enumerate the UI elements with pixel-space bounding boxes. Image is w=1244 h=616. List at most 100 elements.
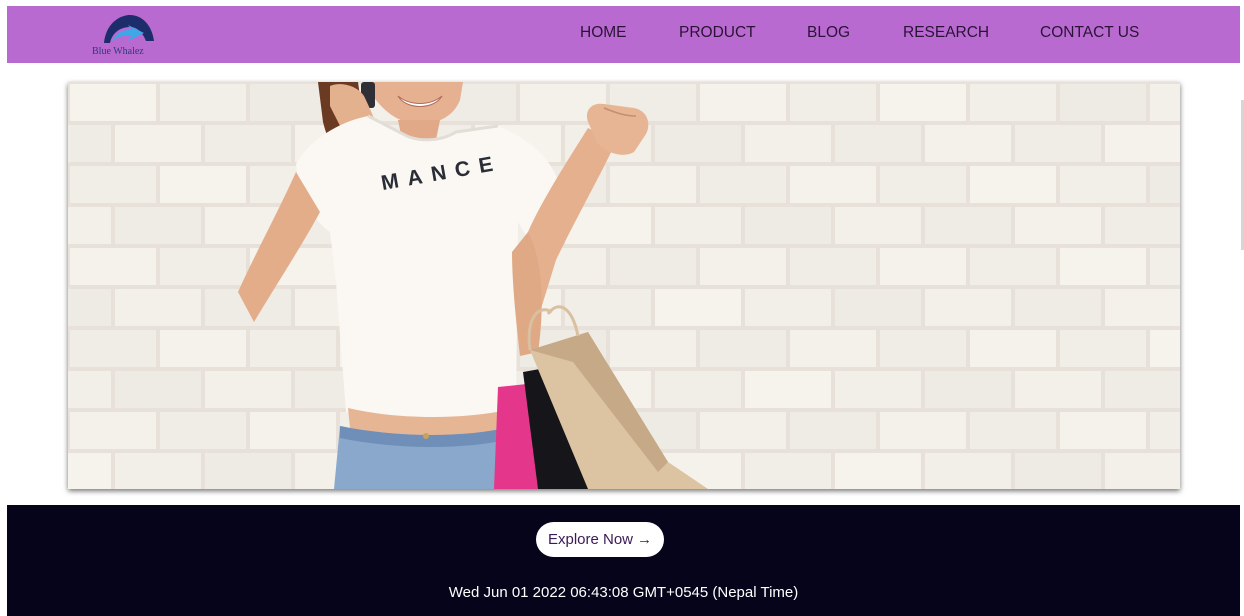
- arrow-right-icon: →: [637, 531, 653, 548]
- brick: [1105, 371, 1180, 408]
- brick: [700, 330, 786, 367]
- brick: [925, 289, 1011, 326]
- explore-now-button[interactable]: Explore Now →: [536, 522, 664, 557]
- brick: [115, 289, 201, 326]
- brick: [1105, 453, 1180, 489]
- brick: [700, 84, 786, 121]
- brick: [745, 125, 831, 162]
- brick: [925, 371, 1011, 408]
- brick: [1015, 125, 1101, 162]
- brick: [970, 84, 1056, 121]
- brick: [970, 248, 1056, 285]
- current-datetime: Wed Jun 01 2022 06:43:08 GMT+0545 (Nepal…: [448, 584, 799, 601]
- brick: [160, 412, 246, 449]
- brick: [790, 84, 876, 121]
- brick: [610, 330, 696, 367]
- brick: [68, 371, 111, 408]
- brick: [68, 207, 111, 244]
- nav-contact-us-link[interactable]: CONTACT US: [1040, 24, 1139, 42]
- brick: [205, 371, 291, 408]
- brick: [115, 453, 201, 489]
- hero-banner-image: MANCE: [68, 82, 1180, 489]
- brick: [1105, 207, 1180, 244]
- brick: [205, 453, 291, 489]
- brick: [115, 371, 201, 408]
- brick: [1150, 84, 1180, 121]
- brick: [115, 125, 201, 162]
- brick: [970, 330, 1056, 367]
- brick: [250, 412, 336, 449]
- brick: [745, 371, 831, 408]
- brick: [835, 289, 921, 326]
- brick: [745, 453, 831, 489]
- brick: [1015, 371, 1101, 408]
- brick: [1150, 330, 1180, 367]
- brick: [68, 125, 111, 162]
- brick: [925, 453, 1011, 489]
- brick: [1150, 166, 1180, 203]
- brick: [1150, 412, 1180, 449]
- brick: [70, 248, 156, 285]
- brick: [700, 248, 786, 285]
- brick: [1060, 84, 1146, 121]
- brick: [1015, 453, 1101, 489]
- brick: [790, 330, 876, 367]
- brick: [565, 289, 651, 326]
- brick: [160, 248, 246, 285]
- brick: [835, 371, 921, 408]
- brick: [700, 412, 786, 449]
- brick: [970, 166, 1056, 203]
- brick: [160, 330, 246, 367]
- brick: [700, 166, 786, 203]
- brick: [610, 166, 696, 203]
- brick: [880, 248, 966, 285]
- footer-band: Explore Now → Wed Jun 01 2022 06:43:08 G…: [7, 505, 1240, 616]
- whale-logo-icon: [104, 15, 154, 43]
- brick: [115, 207, 201, 244]
- brick: [70, 412, 156, 449]
- nav-blog-link[interactable]: BLOG: [807, 24, 850, 42]
- brick: [70, 166, 156, 203]
- brick: [160, 166, 246, 203]
- brick: [70, 84, 156, 121]
- brick: [655, 207, 741, 244]
- brick: [790, 166, 876, 203]
- brick: [205, 125, 291, 162]
- nav-product-link[interactable]: PRODUCT: [679, 24, 756, 42]
- brick: [790, 412, 876, 449]
- brick: [835, 453, 921, 489]
- brick: [1150, 248, 1180, 285]
- brick: [1105, 125, 1180, 162]
- brick: [70, 330, 156, 367]
- brick: [745, 207, 831, 244]
- brick: [655, 371, 741, 408]
- nav-research-link[interactable]: RESEARCH: [903, 24, 989, 42]
- brick: [68, 289, 111, 326]
- brick: [790, 248, 876, 285]
- brick: [655, 289, 741, 326]
- brick: [880, 166, 966, 203]
- brick: [970, 412, 1056, 449]
- nav-home-link[interactable]: HOME: [580, 24, 627, 42]
- brick: [160, 84, 246, 121]
- brick: [1015, 207, 1101, 244]
- brick: [1060, 330, 1146, 367]
- brick: [250, 330, 336, 367]
- brick: [835, 125, 921, 162]
- brick: [1105, 289, 1180, 326]
- brick: [610, 248, 696, 285]
- explore-now-label: Explore Now: [547, 531, 634, 548]
- brick: [925, 207, 1011, 244]
- brick: [68, 453, 111, 489]
- brand-logo[interactable]: Blue Whalez: [92, 11, 182, 59]
- brick: [880, 412, 966, 449]
- brick: [1060, 248, 1146, 285]
- brick: [1060, 166, 1146, 203]
- brand-name: Blue Whalez: [92, 46, 144, 57]
- brick: [745, 289, 831, 326]
- brick: [1060, 412, 1146, 449]
- top-navbar: Blue Whalez HOME PRODUCT BLOG RESEARCH C…: [7, 6, 1240, 63]
- brick: [925, 125, 1011, 162]
- brick: [835, 207, 921, 244]
- brick: [1015, 289, 1101, 326]
